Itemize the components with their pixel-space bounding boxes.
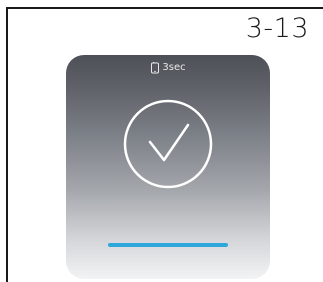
progress-bar-fill bbox=[108, 243, 228, 247]
phone-touch-icon bbox=[150, 62, 160, 74]
timer-indicator: 3sec bbox=[66, 62, 270, 74]
frame-left-border bbox=[6, 7, 8, 282]
progress-bar bbox=[108, 243, 228, 247]
checkmark-circle-icon bbox=[122, 98, 214, 190]
figure-label: 3-13 bbox=[245, 13, 309, 44]
device-screen: 3sec bbox=[66, 55, 270, 279]
timer-text: 3sec bbox=[162, 62, 186, 73]
frame-top-border bbox=[6, 7, 323, 9]
